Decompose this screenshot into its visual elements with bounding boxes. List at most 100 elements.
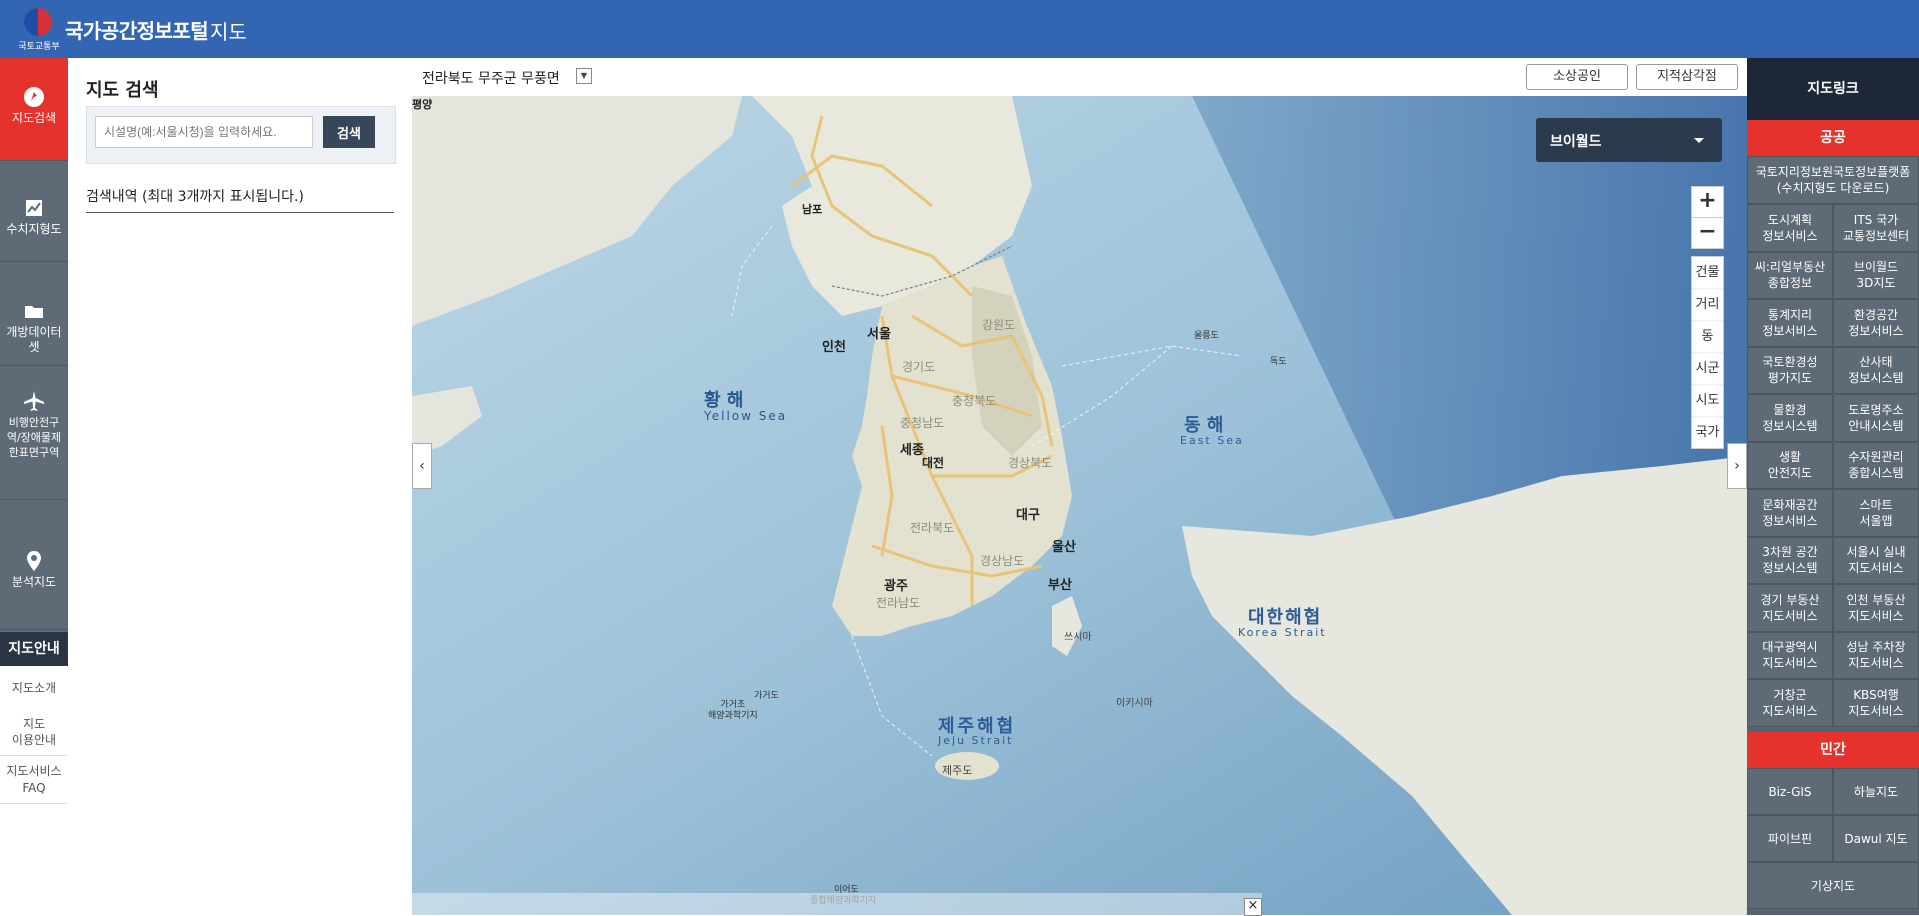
- public-link-item[interactable]: 브이월드 3D지도: [1833, 251, 1919, 299]
- private-link-item[interactable]: 파이브핀: [1747, 815, 1833, 862]
- zoom-out-button[interactable]: −: [1691, 217, 1724, 249]
- private-link-item[interactable]: Dawul 지도: [1833, 815, 1919, 862]
- public-link-item[interactable]: KBS여행 지도서비스: [1833, 679, 1919, 727]
- public-link-item[interactable]: 성남 주차장 지도서비스: [1833, 631, 1919, 679]
- level-sido[interactable]: 시도: [1692, 385, 1723, 417]
- search-box: 검색: [86, 106, 396, 164]
- city-label-incheon: 인천: [822, 340, 846, 355]
- public-link-item[interactable]: 대구광역시 지도서비스: [1747, 631, 1833, 679]
- basemap-selected: 브이월드: [1550, 134, 1602, 150]
- city-label-gwangju: 광주: [884, 579, 908, 594]
- zoom-in-button[interactable]: +: [1691, 186, 1724, 218]
- rail-item-open-data[interactable]: 개방데이터셋: [0, 262, 68, 366]
- public-link-item[interactable]: 거창군 지도서비스: [1747, 679, 1833, 727]
- rail-item-label: 비행안전구역/장애물제한표면구역: [6, 416, 62, 459]
- portal-title[interactable]: 국가공간정보포털: [65, 15, 209, 44]
- airplane-icon: [24, 391, 44, 411]
- level-sigun[interactable]: 시군: [1692, 353, 1723, 385]
- tsushima-label: 쓰시마: [1064, 632, 1092, 643]
- ministry-logo[interactable]: 국토교통부: [16, 6, 62, 52]
- location-dropdown-icon[interactable]: ▼: [576, 68, 592, 84]
- iki-label: 이키시마: [1116, 698, 1153, 709]
- public-link-item[interactable]: ITS 국가 교통정보센터: [1833, 204, 1919, 252]
- public-link-item[interactable]: 환경공간 정보서비스: [1833, 299, 1919, 347]
- rail-item-label: 수치지형도: [6, 222, 62, 236]
- section-title[interactable]: 지도: [210, 16, 247, 45]
- public-link-item[interactable]: 국토환경성 평가지도: [1747, 346, 1833, 394]
- map-guide-header: 지도안내: [0, 632, 68, 666]
- map-link-header: 지도링크: [1747, 58, 1919, 120]
- private-link-item[interactable]: Biz-GIS: [1747, 768, 1833, 815]
- city-label-sejong: 세종: [900, 443, 924, 458]
- cadastral-point-button[interactable]: 지적삼각점: [1636, 64, 1738, 90]
- map-canvas[interactable]: 황 해 Yellow Sea 동 해 East Sea 대한해협 Korea S…: [412, 96, 1747, 915]
- search-input[interactable]: [95, 116, 313, 148]
- pin-icon: [27, 551, 41, 571]
- level-dong[interactable]: 동: [1692, 321, 1723, 353]
- island-label-dokdo: 독도: [1270, 357, 1287, 367]
- chart-icon: [26, 200, 42, 216]
- collapse-right-panel-button[interactable]: ›: [1727, 443, 1747, 489]
- small-business-button[interactable]: 소상공인: [1526, 64, 1628, 90]
- folder-icon: [25, 306, 43, 318]
- level-country[interactable]: 국가: [1692, 417, 1723, 448]
- level-street[interactable]: 거리: [1692, 289, 1723, 321]
- public-link-item[interactable]: 씨:리얼부동산 종합정보: [1747, 251, 1833, 299]
- gageocho-station-label: 가거초 해양과학기지: [708, 700, 758, 721]
- caret-down-icon: [1694, 138, 1704, 143]
- province-label-gangwon: 강원도: [982, 318, 1016, 332]
- rail-item-map-search[interactable]: 지도검색: [0, 58, 68, 161]
- public-link-item[interactable]: 산사태 정보시스템: [1833, 346, 1919, 394]
- rail-item-label: 분석지도: [11, 575, 57, 589]
- chevron-left-icon: ‹: [419, 458, 425, 474]
- rail-item-flight-safety[interactable]: 비행안전구역/장애물제한표면구역: [0, 366, 68, 500]
- guide-item-faq[interactable]: 지도서비스 FAQ: [0, 756, 68, 804]
- korea-strait-en-label: Korea Strait: [1238, 626, 1327, 639]
- private-links-grid: Biz-GIS 하늘지도 파이브핀 Dawul 지도 기상지도: [1747, 768, 1919, 915]
- private-link-item[interactable]: 기상지도: [1747, 862, 1919, 909]
- basemap-dropdown[interactable]: 브이월드: [1536, 118, 1722, 162]
- map-bottom-strip: [412, 893, 1262, 915]
- city-label-daejeon: 대전: [922, 456, 945, 470]
- province-label-chungbuk: 충청북도: [952, 394, 997, 408]
- province-label-chungnam: 충청남도: [900, 416, 945, 430]
- level-building[interactable]: 건물: [1692, 257, 1723, 289]
- search-history-label: 검색내역 (최대 3개까지 표시됩니다.): [86, 186, 394, 213]
- link-ngii-platform[interactable]: 국토지리정보원국토정보플랫폼 (수치지형도 다운로드): [1747, 156, 1919, 204]
- public-link-item[interactable]: 도로명주소 안내시스템: [1833, 394, 1919, 442]
- province-label-gyeonggi: 경기도: [902, 360, 936, 374]
- search-button[interactable]: 검색: [323, 116, 375, 148]
- city-label-ulsan: 울산: [1052, 540, 1076, 555]
- public-link-item[interactable]: 인천 부동산 지도서비스: [1833, 584, 1919, 632]
- public-link-item[interactable]: 통계지리 정보서비스: [1747, 299, 1833, 347]
- public-link-item[interactable]: 문화재공간 정보서비스: [1747, 489, 1833, 537]
- public-link-item[interactable]: 경기 부동산 지도서비스: [1747, 584, 1833, 632]
- rail-item-topographic[interactable]: 수치지형도: [0, 161, 68, 262]
- taegeuk-logo-icon: [24, 8, 52, 36]
- public-link-item[interactable]: 서울시 실내 지도서비스: [1833, 536, 1919, 584]
- close-icon[interactable]: ×: [1244, 898, 1262, 916]
- island-label-jejudo: 제주도: [942, 764, 973, 777]
- public-link-item[interactable]: 물환경 정보시스템: [1747, 394, 1833, 442]
- map-svg: [412, 96, 1747, 915]
- guide-item-intro[interactable]: 지도소개: [0, 666, 68, 711]
- public-link-item[interactable]: 생활 안전지도: [1747, 441, 1833, 489]
- rail-item-label: 지도검색: [11, 111, 57, 125]
- east-sea-en-label: East Sea: [1180, 434, 1244, 447]
- public-link-item[interactable]: 스마트 서울맵: [1833, 489, 1919, 537]
- collapse-left-panel-button[interactable]: ‹: [412, 443, 432, 489]
- public-link-item[interactable]: 도시계획 정보서비스: [1747, 204, 1833, 252]
- top-header: 국토교통부 국가공간정보포털 지도: [0, 0, 1919, 59]
- public-links-grid: 국토지리정보원국토정보플랫폼 (수치지형도 다운로드) 도시계획 정보서비스 ITS…: [1747, 156, 1919, 744]
- zoom-level-bar: 건물 거리 동 시군 시도 국가: [1691, 256, 1724, 449]
- rail-item-label: 개방데이터셋: [6, 325, 62, 354]
- search-map-icon: [24, 87, 44, 107]
- province-label-jeonnam: 전라남도: [876, 596, 921, 610]
- guide-item-usage[interactable]: 지도 이용안내: [0, 710, 68, 756]
- rail-item-analysis-map[interactable]: 분석지도: [0, 500, 68, 630]
- province-label-jeonbuk: 전라북도: [910, 521, 955, 535]
- map-link-panel: 지도링크 공공 국토지리정보원국토정보플랫폼 (수치지형도 다운로드) 도시계획 …: [1747, 58, 1919, 915]
- private-link-item[interactable]: 하늘지도: [1833, 768, 1919, 815]
- public-link-item[interactable]: 수자원관리 종합시스템: [1833, 441, 1919, 489]
- public-link-item[interactable]: 3차원 공간 정보시스템: [1747, 536, 1833, 584]
